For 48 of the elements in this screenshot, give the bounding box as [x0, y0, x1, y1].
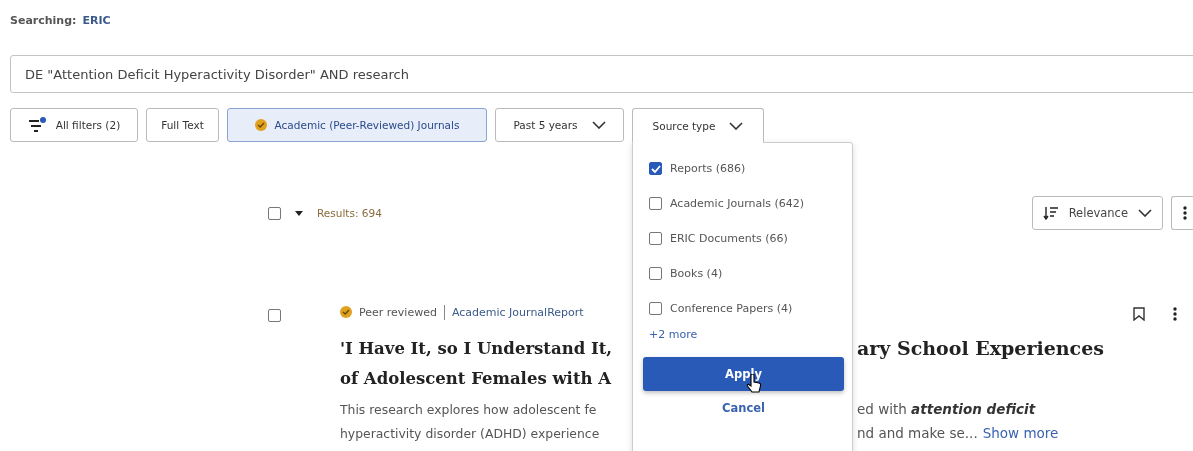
check-badge-icon	[254, 119, 267, 131]
abstract-text: This research explores how adolescent fe	[340, 401, 598, 417]
search-field[interactable]: DE "Attention Deficit Hyperactivity Disorder" AND research	[10, 55, 1193, 93]
result-title[interactable]: 'I Have It, so I Understand It,	[340, 338, 636, 358]
checkbox[interactable]	[649, 302, 662, 315]
chevron-down-icon	[591, 121, 606, 129]
searching-label: Searching:	[10, 13, 77, 27]
abstract-text: nd and make se...	[857, 425, 978, 441]
dropdown-button[interactable]: Past 5 years	[495, 108, 624, 142]
filter-chip[interactable]: Full Text	[146, 108, 219, 142]
option-label[interactable]: Reports (686)	[670, 162, 746, 175]
more-options-button[interactable]	[1171, 196, 1193, 230]
chevron-down-icon	[1138, 209, 1152, 217]
sort-icon	[1042, 206, 1059, 220]
chevron-down-icon	[729, 121, 744, 130]
checkmark-icon	[650, 164, 661, 173]
apply-button[interactable]: Apply	[643, 357, 844, 391]
result-title[interactable]: of Adolescent Females with A	[340, 368, 636, 388]
all-filters-button[interactable]: All filters (2)	[10, 108, 138, 142]
result-checkbox[interactable]	[268, 309, 281, 322]
bookmark-icon	[1133, 307, 1145, 321]
sort-dropdown[interactable]: Relevance	[1031, 196, 1163, 230]
more-vertical-icon	[1182, 206, 1187, 220]
result-title[interactable]: ary School Experiences	[857, 337, 1104, 359]
checkbox[interactable]	[649, 197, 662, 210]
option-label[interactable]: Books (4)	[670, 267, 723, 280]
filter-icon	[27, 117, 46, 133]
abstract-text: hyperactivity disorder (ADHD) experience	[340, 425, 601, 441]
check-badge-icon	[340, 306, 352, 318]
more-vertical-icon	[1173, 307, 1177, 321]
more-link[interactable]: +2 more	[649, 328, 852, 341]
filter-chip[interactable]: Academic (Peer-Reviewed) Journals	[227, 108, 487, 142]
option-label[interactable]: Academic Journals (642)	[670, 197, 805, 210]
option-label[interactable]: Conference Papers (4)	[670, 302, 793, 315]
show-more-link[interactable]: Show more	[982, 425, 1059, 441]
abstract-text: ed with attention deficit	[857, 401, 1036, 417]
caret-icon	[295, 210, 303, 216]
dropdown-button[interactable]: Source type	[632, 108, 764, 143]
source-type-label: Academic JournalReport	[451, 305, 584, 319]
database-name: ERIC	[82, 13, 111, 27]
checkbox[interactable]	[649, 162, 662, 175]
checkbox[interactable]	[649, 267, 662, 280]
peer-reviewed-label: Peer reviewed	[359, 305, 437, 319]
checkbox[interactable]	[649, 232, 662, 245]
option-label[interactable]: ERIC Documents (66)	[670, 232, 788, 245]
select-all-checkbox[interactable]	[268, 206, 281, 220]
cancel-button[interactable]: Cancel	[643, 400, 844, 416]
results-count: Results: 694	[317, 207, 382, 219]
